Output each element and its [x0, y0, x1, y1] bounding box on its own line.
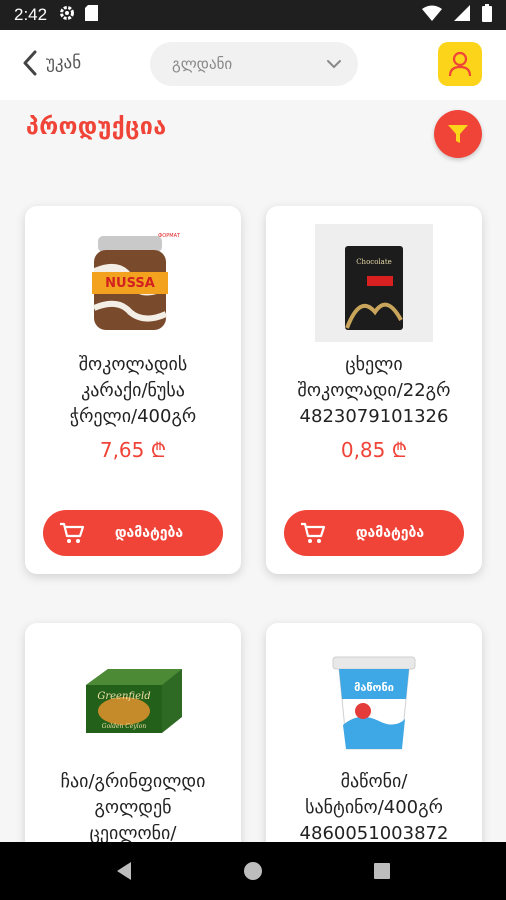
- filter-icon: [448, 125, 468, 143]
- chevron-left-icon: [23, 50, 37, 76]
- home-circle-icon[interactable]: [243, 861, 263, 881]
- add-to-cart-button[interactable]: დამატება: [43, 510, 223, 556]
- product-name: ჩაი/გრინფილდი გოლდენ ცეილონი/: [60, 771, 206, 844]
- status-bar: 2:42: [0, 0, 506, 30]
- user-profile-button[interactable]: [438, 42, 482, 86]
- image-brand-text: Chocolate: [356, 258, 392, 266]
- add-to-cart-button[interactable]: დამატება: [284, 510, 464, 556]
- back-button[interactable]: უკან: [22, 50, 81, 76]
- recents-square-icon[interactable]: [373, 862, 391, 880]
- user-icon: [448, 51, 472, 77]
- image-sub-text: Golden Ceylon: [102, 723, 147, 730]
- yogurt-cup-image: მაწონი: [329, 653, 419, 753]
- image-brand-text: Greenfield: [97, 691, 150, 702]
- sd-card-icon: [85, 5, 99, 25]
- filter-button[interactable]: [434, 110, 482, 158]
- back-label: უკან: [46, 53, 82, 73]
- product-card[interactable]: მაწონი მაწონი/ სანტინო/400გრ 48600510038…: [266, 623, 482, 863]
- top-header: უკან გლდანი: [0, 30, 506, 100]
- product-card[interactable]: ФОРМАТ NUSSA შოკოლადის კარაქი/ნუსა ჭრელი…: [25, 206, 241, 574]
- chevron-down-icon: [327, 60, 341, 69]
- wifi-icon: [422, 5, 442, 25]
- chocolate-spread-jar-image: ФОРМАТ NUSSA: [78, 228, 188, 340]
- page-title: პროდუქცია: [26, 114, 167, 140]
- battery-icon: [482, 4, 492, 26]
- gear-icon: [59, 5, 75, 25]
- cart-icon: [301, 522, 326, 543]
- tea-box-image: Greenfield Golden Ceylon: [78, 651, 188, 743]
- image-label-text: ФОРМАТ: [158, 233, 181, 239]
- product-name: შოკოლადის კარაქი/ნუსა ჭრელი/400გრ: [69, 354, 197, 427]
- system-nav-bar: [0, 842, 506, 900]
- image-brand-text: NUSSA: [105, 276, 155, 291]
- product-price: 7,65 ₾: [99, 438, 167, 462]
- back-triangle-icon[interactable]: [115, 861, 133, 881]
- product-card[interactable]: Greenfield Golden Ceylon ჩაი/გრინფილდი გ…: [25, 623, 241, 863]
- status-time: 2:42: [14, 5, 48, 24]
- city-dropdown[interactable]: გლდანი: [150, 42, 358, 86]
- product-name: ცხელი შოკოლადი/22გრ 4823079101326: [297, 354, 451, 427]
- add-to-cart-label: დამატება: [355, 525, 425, 541]
- image-brand-text: მაწონი: [354, 681, 394, 694]
- product-name: მაწონი/ სანტინო/400გრ 4860051003872: [299, 771, 449, 844]
- signal-icon: [454, 5, 470, 25]
- hot-chocolate-sachet-image: Chocolate: [315, 224, 433, 342]
- cart-icon: [60, 522, 85, 543]
- add-to-cart-label: დამატება: [114, 525, 184, 541]
- city-dropdown-value: გლდანი: [172, 55, 233, 73]
- product-price: 0,85 ₾: [340, 438, 408, 462]
- product-card[interactable]: Chocolate ცხელი შოკოლადი/22გრ 4823079101…: [266, 206, 482, 574]
